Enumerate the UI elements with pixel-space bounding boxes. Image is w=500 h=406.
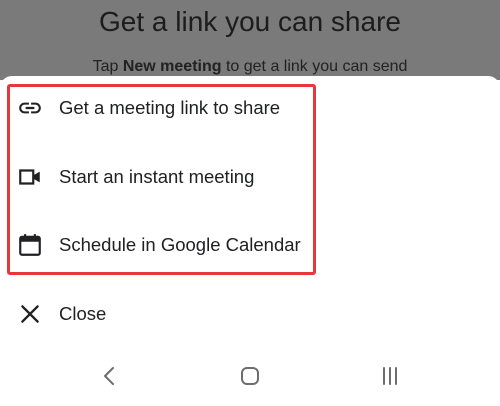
background-title: Get a link you can share	[99, 6, 401, 37]
background-page: Get a link you can share Tap New meeting…	[0, 0, 500, 80]
back-icon	[98, 364, 122, 393]
back-button[interactable]	[96, 364, 124, 392]
link-icon	[17, 95, 43, 121]
get-meeting-link-button[interactable]: Get a meeting link to share	[0, 80, 500, 136]
close-label: Close	[59, 303, 107, 324]
start-instant-meeting-button[interactable]: Start an instant meeting	[0, 149, 500, 205]
screen: Get a link you can share Tap New meeting…	[0, 0, 500, 406]
start-instant-meeting-label: Start an instant meeting	[59, 166, 255, 187]
recents-button[interactable]	[376, 364, 404, 392]
background-subtitle-prefix: Tap	[92, 58, 123, 75]
home-icon	[238, 364, 262, 393]
schedule-calendar-label: Schedule in Google Calendar	[59, 234, 301, 255]
home-button[interactable]	[236, 364, 264, 392]
background-subtitle: Tap New meeting to get a link you can se…	[0, 58, 500, 76]
close-button[interactable]: Close	[0, 286, 500, 342]
navigation-bar	[0, 352, 500, 406]
video-camera-icon	[17, 164, 43, 190]
background-subtitle-bold: New meeting	[122, 58, 222, 75]
schedule-calendar-button[interactable]: Schedule in Google Calendar	[0, 217, 500, 273]
recents-icon	[378, 364, 402, 393]
calendar-icon	[17, 232, 43, 258]
close-icon	[17, 301, 43, 327]
background-subtitle-suffix: to get a link you can send	[221, 58, 408, 75]
get-meeting-link-label: Get a meeting link to share	[59, 97, 281, 118]
